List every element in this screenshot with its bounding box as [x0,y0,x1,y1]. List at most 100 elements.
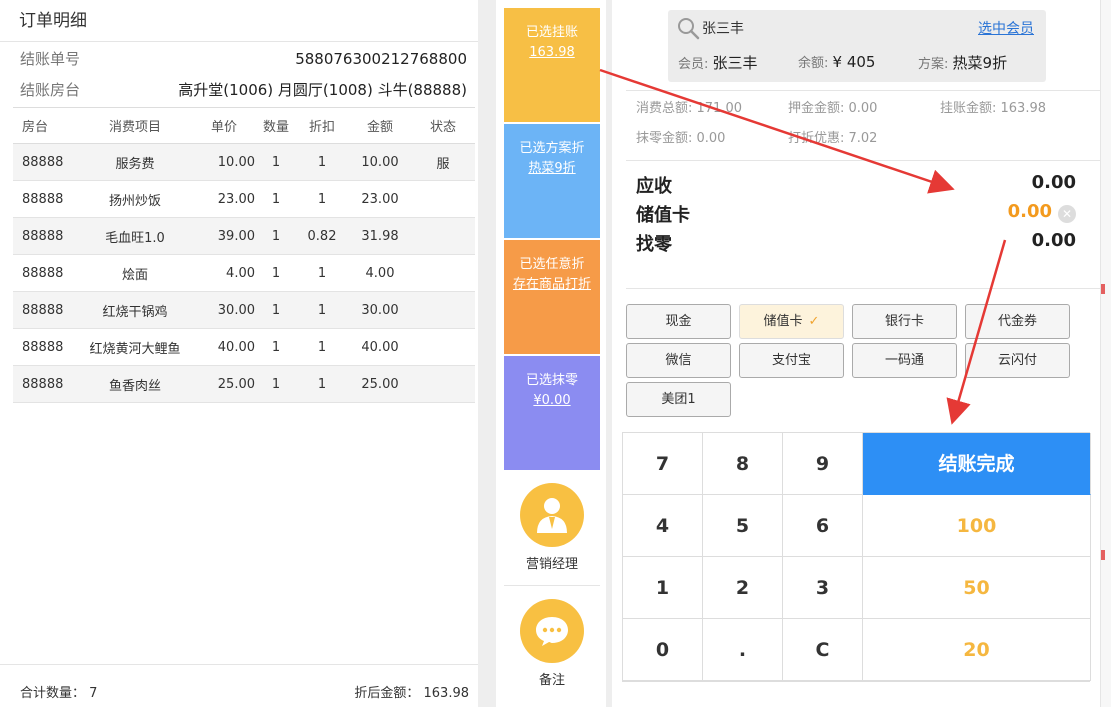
cell-qty: 1 [257,365,295,403]
marketing-manager-button[interactable]: 营销经理 [504,472,600,586]
key-0[interactable]: 0 [623,619,703,681]
key-9[interactable]: 9 [783,433,863,495]
member-balance: 余额: ¥ 405 [798,52,875,71]
plan-discount-value[interactable]: 热菜9折 [504,159,600,179]
cell-discount: 0.82 [295,217,349,255]
payment-label: 现金 [665,314,692,329]
payment-label: 代金券 [997,314,1037,329]
edge-marker [1101,284,1105,294]
payment-button-4[interactable]: 微信 [626,343,731,378]
table-row[interactable]: 88888 扬州炒饭 23.00 1 1 23.00 [13,180,475,218]
cell-price: 25.00 [191,365,257,403]
cell-room: 88888 [13,180,79,218]
key-8[interactable]: 8 [703,433,783,495]
key-3[interactable]: 3 [783,557,863,619]
cell-qty: 1 [257,328,295,366]
key-dot[interactable]: . [703,619,783,681]
any-discount-value[interactable]: 存在商品打折 [504,275,600,295]
marketing-manager-label: 营销经理 [525,557,578,572]
change-row: 找零 0.00 [636,230,1076,258]
divider [626,90,1100,91]
receivable-value: 0.00 [1031,172,1076,193]
stored-card-label: 储值卡 [636,205,690,226]
plan-discount-tile[interactable]: 已选方案折 热菜9折 [504,124,600,238]
cell-amount: 23.00 [349,180,411,218]
cell-item: 鱼香肉丝 [79,365,191,403]
change-value: 0.00 [1031,230,1076,251]
credit-tile-value[interactable]: 163.98 [504,43,600,63]
cell-price: 30.00 [191,291,257,329]
cell-room: 88888 [13,217,79,255]
quick-amount-100[interactable]: 100 [863,495,1091,557]
total-quantity-value: 7 [89,686,98,701]
bill-rooms-row: 结账房台 高升堂(1006) 月圆厅(1008) 斗牛(88888) [20,75,467,105]
cell-item: 红烧干锅鸡 [79,291,191,329]
key-7[interactable]: 7 [623,433,703,495]
credit-tile[interactable]: 已选挂账 163.98 [504,8,600,122]
note-button[interactable]: 备注 [504,588,600,702]
table-row[interactable]: 88888 服务费 10.00 1 1 10.00 服 [13,143,475,181]
table-row[interactable]: 88888 烩面 4.00 1 1 4.00 [13,254,475,292]
table-row[interactable]: 88888 毛血旺1.0 39.00 1 0.82 31.98 [13,217,475,255]
cell-price: 23.00 [191,180,257,218]
payment-label: 支付宝 [771,353,811,368]
bill-rooms-label: 结账房台 [20,81,81,99]
column-header-amount: 金额 [349,107,411,144]
payment-button-1[interactable]: 储值卡 ✓ [739,304,844,339]
cell-room: 88888 [13,291,79,329]
rounding-value[interactable]: ¥0.00 [504,391,600,411]
table-row[interactable]: 88888 鱼香肉丝 25.00 1 1 25.00 [13,365,475,403]
discounted-amount-label: 折后金额： [354,686,420,701]
stat-rounding: 抹零金额: 0.00 [636,131,726,146]
payment-button-5[interactable]: 支付宝 [739,343,844,378]
member-plan: 方案: 热菜9折 [918,52,1007,73]
payment-label: 银行卡 [884,314,924,329]
payment-button-8[interactable]: 美团1 [626,382,731,417]
payment-button-6[interactable]: 一码通 [852,343,957,378]
table-row[interactable]: 88888 红烧黄河大鲤鱼 40.00 1 1 40.00 [13,328,475,366]
keypad: 7 8 9 4 5 6 1 2 3 0. C 结账完成 100 50 20 [622,432,1091,682]
column-header-qty: 数量 [257,107,295,144]
key-5[interactable]: 5 [703,495,783,557]
key-c[interactable]: C [783,619,863,681]
cell-discount: 1 [295,254,349,292]
payment-button-0[interactable]: 现金 [626,304,731,339]
payment-button-2[interactable]: 银行卡 [852,304,957,339]
select-member-link[interactable]: 选中会员 [978,18,1034,38]
column-header-price: 单价 [191,107,257,144]
finish-checkout-button[interactable]: 结账完成 [863,433,1091,495]
payment-button-3[interactable]: 代金券 [965,304,1070,339]
cell-room: 88888 [13,254,79,292]
plan-discount-label: 已选方案折 [519,141,585,156]
clear-icon[interactable]: ✕ [1058,205,1076,223]
column-header-room: 房台 [13,107,79,144]
key-2[interactable]: 2 [703,557,783,619]
quick-amount-20[interactable]: 20 [863,619,1091,681]
bill-number-label: 结账单号 [20,50,81,68]
cell-status [411,254,475,292]
cell-amount: 40.00 [349,328,411,366]
rounding-tile[interactable]: 已选抹零 ¥0.00 [504,356,600,470]
table-row[interactable]: 88888 红烧干锅鸡 30.00 1 1 30.00 [13,291,475,329]
member-search-input[interactable]: 张三丰 [702,18,744,38]
payment-label: 一码通 [884,353,924,368]
search-icon[interactable] [676,16,700,44]
bill-number-row: 结账单号 588076300212768800 [20,44,467,74]
cell-discount: 1 [295,291,349,329]
key-6[interactable]: 6 [783,495,863,557]
stored-card-value[interactable]: 0.00 [1008,201,1052,222]
payment-button-7[interactable]: 云闪付 [965,343,1070,378]
quick-amount-50[interactable]: 50 [863,557,1091,619]
order-detail-title: 订单明细 [0,0,478,42]
column-header-discount: 折扣 [295,107,349,144]
key-4[interactable]: 4 [623,495,703,557]
stat-deposit: 押金金额: 0.00 [788,101,878,116]
column-header-status: 状态 [411,107,475,144]
order-footer: 合计数量： 7 折后金额： 163.98 [0,664,478,707]
any-discount-tile[interactable]: 已选任意折 存在商品打折 [504,240,600,354]
chat-bubble-icon [520,599,584,663]
discounted-amount-value: 163.98 [423,686,470,701]
payment-label: 云闪付 [997,353,1037,368]
key-1[interactable]: 1 [623,557,703,619]
member-name-label: 会员: [678,57,709,72]
